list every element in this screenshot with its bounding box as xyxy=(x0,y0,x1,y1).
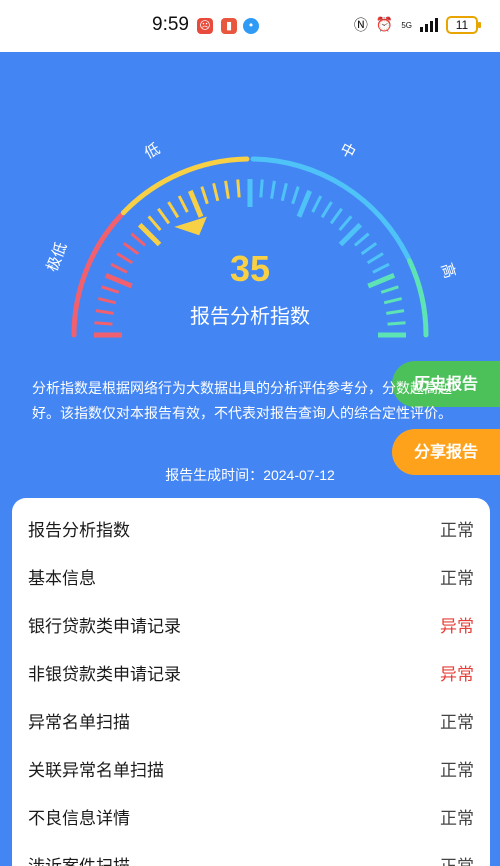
item-status: 异常 xyxy=(440,617,474,637)
status-bar: 9:59 ☹ ▮ • Ⓝ ⏰ 5G 11 xyxy=(0,0,500,52)
gauge-tick xyxy=(320,201,333,219)
app-notification-icon: ☹ xyxy=(197,18,213,34)
gauge-tick xyxy=(291,186,300,205)
item-label: 异常名单扫描 xyxy=(28,713,130,733)
item-status: 正常 xyxy=(440,809,474,829)
nfc-icon: Ⓝ xyxy=(353,18,368,34)
gauge-tick xyxy=(311,195,323,213)
item-status: 正常 xyxy=(440,521,474,541)
gauge-tick xyxy=(167,201,180,219)
gauge-label-mid: 中 xyxy=(337,139,359,162)
item-status: 正常 xyxy=(440,761,474,781)
app-notification-icon: ▮ xyxy=(221,18,237,34)
gauge-pointer-icon xyxy=(174,216,207,236)
gauge-tick xyxy=(177,195,189,213)
gauge-tick xyxy=(212,182,220,202)
network-label: 5G xyxy=(401,20,412,30)
gauge-tick xyxy=(338,215,353,232)
alarm-icon: ⏰ xyxy=(375,17,394,33)
list-item[interactable]: 涉诉案件扫描 正常 xyxy=(12,838,490,866)
item-label: 报告分析指数 xyxy=(28,521,130,541)
generated-date: 2024-07-12 xyxy=(263,467,335,483)
gauge-tick xyxy=(157,207,171,225)
list-item[interactable]: 报告分析指数 正常 xyxy=(12,502,490,550)
message-notification-icon: • xyxy=(243,18,259,34)
item-status: 正常 xyxy=(440,852,474,866)
list-item[interactable]: 银行贷款类申请记录 异常 xyxy=(12,598,490,646)
generated-label: 报告生成时间： xyxy=(165,467,264,483)
score-title: 报告分析指数 xyxy=(190,304,310,328)
status-time: 9:59 xyxy=(152,14,189,35)
item-status: 异常 xyxy=(440,665,474,685)
item-label: 关联异常名单扫描 xyxy=(28,761,164,781)
item-label: 涉诉案件扫描 xyxy=(28,852,130,866)
gauge-tick xyxy=(224,180,230,199)
gauge-tick xyxy=(353,232,370,247)
report-generated-time: 报告生成时间：2024-07-12 xyxy=(0,465,500,485)
score-description: 分析指数是根据网络行为大数据出具的分析评估参考分，分数越高越好。该指数仅对本报告… xyxy=(32,381,452,422)
battery-icon: 11 xyxy=(446,16,481,34)
gauge-arc-segment xyxy=(250,156,411,261)
gauge-tick xyxy=(259,179,264,198)
item-status: 正常 xyxy=(440,713,474,733)
list-item[interactable]: 基本信息 正常 xyxy=(12,550,490,598)
gauge-tick xyxy=(329,207,343,225)
signal-icon xyxy=(420,18,438,32)
item-label: 不良信息详情 xyxy=(28,809,130,829)
gauge-tick xyxy=(270,180,276,199)
list-item[interactable]: 不良信息详情 正常 xyxy=(12,790,490,838)
gauge-tick xyxy=(200,186,209,205)
gauge-tick xyxy=(236,179,241,198)
gauge-tick xyxy=(296,189,313,218)
item-label: 非银贷款类申请记录 xyxy=(28,665,181,685)
item-label: 基本信息 xyxy=(28,569,96,589)
gauge-tick xyxy=(187,189,204,218)
gauge-tick xyxy=(147,215,162,232)
list-item[interactable]: 关联异常名单扫描 正常 xyxy=(12,742,490,790)
report-items-card: 报告分析指数 正常 基本信息 正常 银行贷款类申请记录 异常 非银贷款类申请记录… xyxy=(12,498,490,866)
list-item[interactable]: 异常名单扫描 正常 xyxy=(12,694,490,742)
gauge-tick xyxy=(130,232,147,247)
item-label: 银行贷款类申请记录 xyxy=(28,617,181,637)
gauge-tick xyxy=(280,182,288,202)
score-value: 35 xyxy=(229,248,271,289)
gauge-label-low: 低 xyxy=(141,139,163,162)
system-icons: Ⓝ ⏰ 5G 11 xyxy=(353,14,481,36)
list-item[interactable]: 非银贷款类申请记录 异常 xyxy=(12,646,490,694)
item-status: 正常 xyxy=(440,569,474,589)
